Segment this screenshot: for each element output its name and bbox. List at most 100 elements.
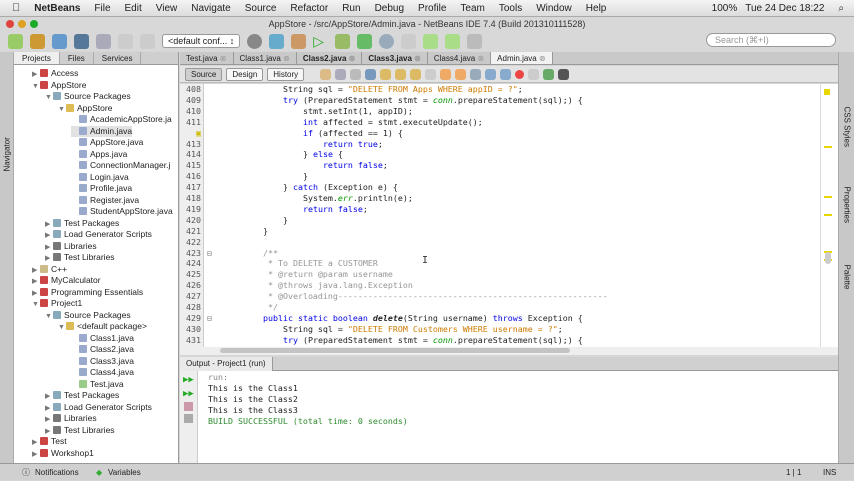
expanded-arrow-icon[interactable]: ▼ (32, 299, 40, 311)
tree-item[interactable]: Login.java (71, 172, 129, 184)
css-styles-tab[interactable]: CSS Styles (843, 107, 852, 167)
close-tab-icon[interactable]: ⊗ (412, 54, 421, 63)
build-icon[interactable] (269, 33, 285, 49)
menu-tools[interactable]: Tools (499, 3, 522, 14)
forward-icon[interactable] (350, 68, 362, 80)
menu-refactor[interactable]: Refactor (290, 3, 328, 14)
view-source-button[interactable]: Source (185, 67, 223, 81)
find-next-icon[interactable] (395, 68, 407, 80)
tree-item[interactable]: AcademicAppStore.ja (71, 114, 172, 126)
tree-item[interactable]: ▶ Test Libraries (45, 252, 115, 264)
view-design-button[interactable]: Design (226, 67, 264, 81)
navigator-strip[interactable]: Navigator (0, 52, 14, 463)
stop-macro-icon[interactable] (528, 68, 540, 80)
tree-item[interactable]: ▼ <default package> (58, 321, 147, 333)
configuration-select[interactable]: <default conf... ↕ (162, 34, 241, 48)
tree-item[interactable]: ▶ Libraries (45, 241, 97, 253)
tree-item[interactable]: ▶ Test Packages (45, 390, 119, 402)
editor-tab-test[interactable]: Test.java ⊗ (180, 52, 234, 64)
memory-icon[interactable] (467, 33, 483, 49)
undo-icon[interactable] (118, 33, 133, 49)
close-window-button[interactable] (6, 20, 14, 28)
back-icon[interactable] (335, 68, 347, 80)
toggle-highlight-icon[interactable] (410, 68, 422, 80)
step-icon[interactable] (357, 33, 373, 49)
fold-toggle-icon[interactable]: ⊟ (207, 313, 212, 324)
close-tab-icon[interactable]: ⊗ (218, 54, 227, 63)
browser-icon[interactable] (247, 33, 263, 49)
editor-tab-class4[interactable]: Class4.java ⊗ (428, 52, 492, 64)
tree-item[interactable]: ▶ Test Libraries (45, 425, 115, 437)
shift-left-icon[interactable] (485, 68, 497, 80)
toggle-bookmark-icon[interactable] (470, 68, 482, 80)
stop-icon[interactable] (184, 402, 193, 411)
broadcast-icon[interactable] (96, 33, 111, 49)
editor-tab-class2[interactable]: Class2.java ⊗ (297, 52, 363, 64)
find-icon[interactable] (365, 68, 377, 80)
tree-item[interactable]: StudentAppStore.java (71, 206, 173, 218)
tree-item[interactable]: ▼ AppStore (32, 80, 86, 92)
menu-edit[interactable]: Edit (125, 3, 142, 14)
tree-item[interactable]: Register.java (71, 195, 139, 207)
profile-icon[interactable] (379, 33, 395, 49)
save-all-icon[interactable] (74, 33, 89, 49)
scroll-thumb[interactable] (825, 252, 831, 264)
horizontal-scrollbar[interactable] (180, 347, 838, 355)
menu-window[interactable]: Window (536, 3, 572, 14)
hint-bulb-icon[interactable]: ▣ (180, 128, 201, 139)
output-window[interactable]: ▶▶ ▶▶ run: This is the Class1 This is the … (180, 371, 838, 463)
menu-profile[interactable]: Profile (418, 3, 446, 14)
editor-tab-class1[interactable]: Class1.java ⊗ (234, 52, 297, 64)
zoom-window-button[interactable] (30, 20, 38, 28)
palette-tab[interactable]: Palette (843, 265, 852, 325)
tab-projects[interactable]: Projects (14, 52, 60, 64)
find-prev-icon[interactable] (380, 68, 392, 80)
marker[interactable] (824, 146, 832, 148)
uncomment-icon[interactable] (558, 68, 570, 80)
redo-icon[interactable] (140, 33, 155, 49)
open-project-icon[interactable] (52, 33, 67, 49)
debug-icon[interactable] (335, 33, 351, 49)
new-project-icon[interactable] (30, 33, 45, 49)
tree-item[interactable]: ▼ AppStore (58, 103, 112, 115)
tree-item[interactable]: ▶ Workshop1 (32, 448, 94, 460)
test2-icon[interactable] (445, 33, 461, 49)
menu-help[interactable]: Help (586, 3, 607, 14)
tree-item[interactable]: ▶ Test (32, 436, 67, 448)
tree-item[interactable]: Class3.java (71, 356, 134, 368)
marker[interactable] (824, 214, 832, 216)
tree-item[interactable]: ▼ Source Packages (45, 310, 131, 322)
minimize-window-button[interactable] (18, 20, 26, 28)
search-input[interactable]: Search (⌘+I) (706, 33, 836, 47)
tree-item[interactable]: Test.java (71, 379, 124, 391)
tree-item[interactable]: AppStore.java (71, 137, 143, 149)
tree-item[interactable]: ConnectionManager.j (71, 160, 170, 172)
last-edit-icon[interactable] (320, 68, 332, 80)
tree-item[interactable]: Class2.java (71, 344, 134, 356)
editor-tab-class3[interactable]: Class3.java ⊗ (362, 52, 428, 64)
tab-services[interactable]: Services (94, 52, 142, 64)
tab-files[interactable]: Files (60, 52, 94, 64)
expanded-arrow-icon[interactable]: ▼ (45, 311, 53, 323)
close-tab-icon[interactable]: ⊗ (281, 54, 290, 63)
expanded-arrow-icon[interactable]: ▼ (32, 81, 40, 93)
shift-right-icon[interactable] (500, 68, 512, 80)
tree-item[interactable]: ▼ Source Packages (45, 91, 131, 103)
menu-view[interactable]: View (156, 3, 178, 14)
tree-item[interactable]: ▶ Access (32, 68, 78, 80)
tree-item[interactable]: ▶ Programming Essentials (32, 287, 143, 299)
notifications-button[interactable]: Notifications (35, 464, 79, 481)
menu-file[interactable]: File (94, 3, 110, 14)
toggle-selection-icon[interactable] (425, 68, 437, 80)
menu-source[interactable]: Source (245, 3, 277, 14)
tree-item[interactable]: Apps.java (71, 149, 127, 161)
code-editor[interactable]: 408 String sql = "DELETE FROM Apps WHERE… (180, 84, 820, 347)
next-bookmark-icon[interactable] (455, 68, 467, 80)
variables-button[interactable]: Variables (108, 464, 141, 481)
menu-debug[interactable]: Debug (375, 3, 404, 14)
marker[interactable] (824, 196, 832, 198)
apple-icon[interactable]:  (12, 2, 20, 14)
rerun-icon[interactable]: ▶▶ (183, 375, 194, 385)
close-tab-icon[interactable]: ⊗ (475, 54, 484, 63)
navigator-tab[interactable]: Navigator (3, 122, 12, 171)
